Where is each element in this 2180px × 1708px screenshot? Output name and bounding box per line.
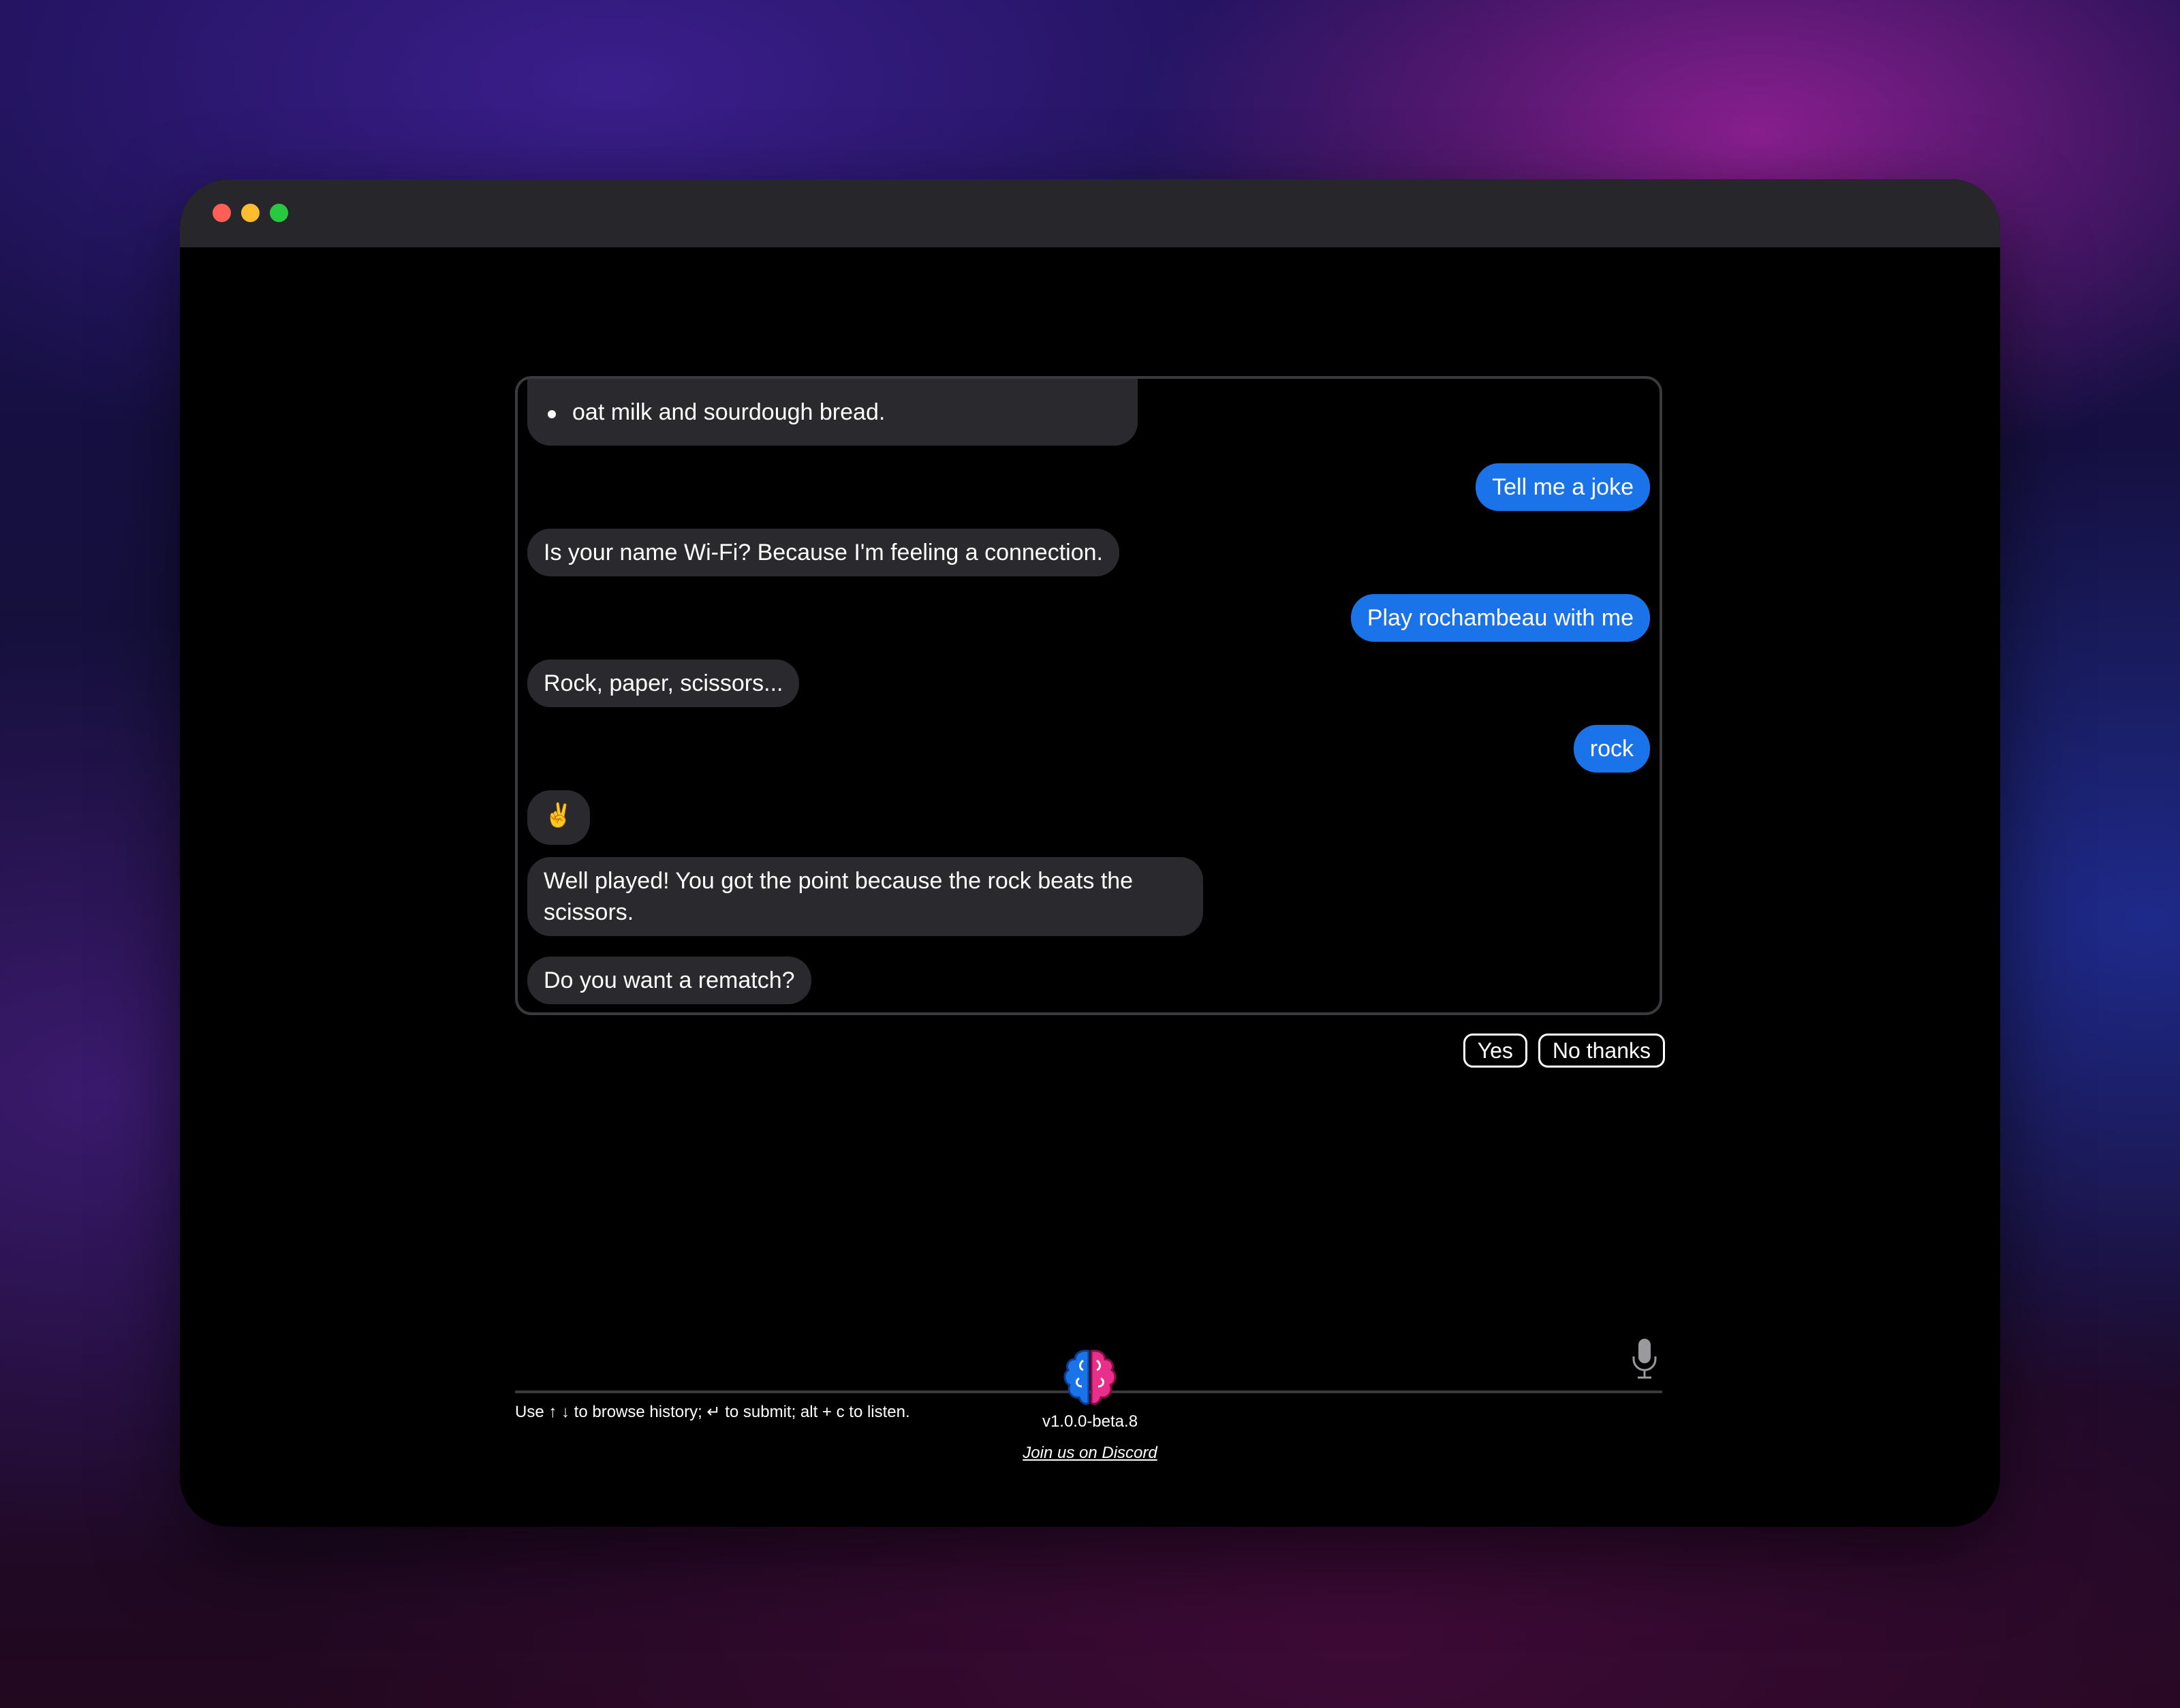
bot-message: Is your name Wi-Fi? Because I'm feeling … (527, 529, 1119, 576)
user-message: Play rochambeau with me (1350, 594, 1650, 642)
bot-message: Well played! You got the point because t… (527, 857, 1203, 936)
bullet-icon (548, 410, 556, 418)
message-text: Is your name Wi-Fi? Because I'm feeling … (544, 540, 1103, 565)
bot-message: Rock, paper, scissors... (527, 659, 800, 707)
message-text: rock (1589, 736, 1634, 762)
message-text: oat milk and sourdough bread. (572, 399, 886, 425)
message-text: Well played! You got the point because t… (544, 868, 1134, 925)
quick-replies: Yes No thanks (1463, 1034, 1665, 1068)
bot-message: Do you want a rematch? (527, 957, 811, 1004)
app-version: v1.0.0-beta.8 (1042, 1412, 1138, 1431)
chat-history[interactable]: oat milk and sourdough bread. Tell me a … (515, 376, 1662, 1015)
microphone-icon[interactable] (1630, 1337, 1660, 1381)
reply-no-thanks-button[interactable]: No thanks (1538, 1034, 1665, 1068)
message-text: Tell me a joke (1492, 474, 1634, 500)
maximize-window-button[interactable] (270, 204, 288, 222)
close-window-button[interactable] (213, 204, 231, 222)
victory-hand-icon: ✌️ (544, 803, 574, 828)
message-text: Rock, paper, scissors... (544, 670, 783, 696)
brain-icon (1063, 1350, 1117, 1406)
title-bar (180, 179, 2000, 247)
minimize-window-button[interactable] (241, 204, 260, 222)
discord-link[interactable]: Join us on Discord (180, 1444, 2000, 1463)
message-text: Play rochambeau with me (1367, 605, 1634, 631)
reply-yes-button[interactable]: Yes (1463, 1034, 1527, 1068)
app-window: oat milk and sourdough bread. Tell me a … (180, 179, 2000, 1527)
bot-message: oat milk and sourdough bread. (527, 379, 1138, 446)
user-message: rock (1573, 725, 1650, 773)
message-text: Do you want a rematch? (544, 967, 795, 993)
user-message: Tell me a joke (1476, 463, 1650, 511)
bot-message-emoji: ✌️ (527, 790, 590, 845)
